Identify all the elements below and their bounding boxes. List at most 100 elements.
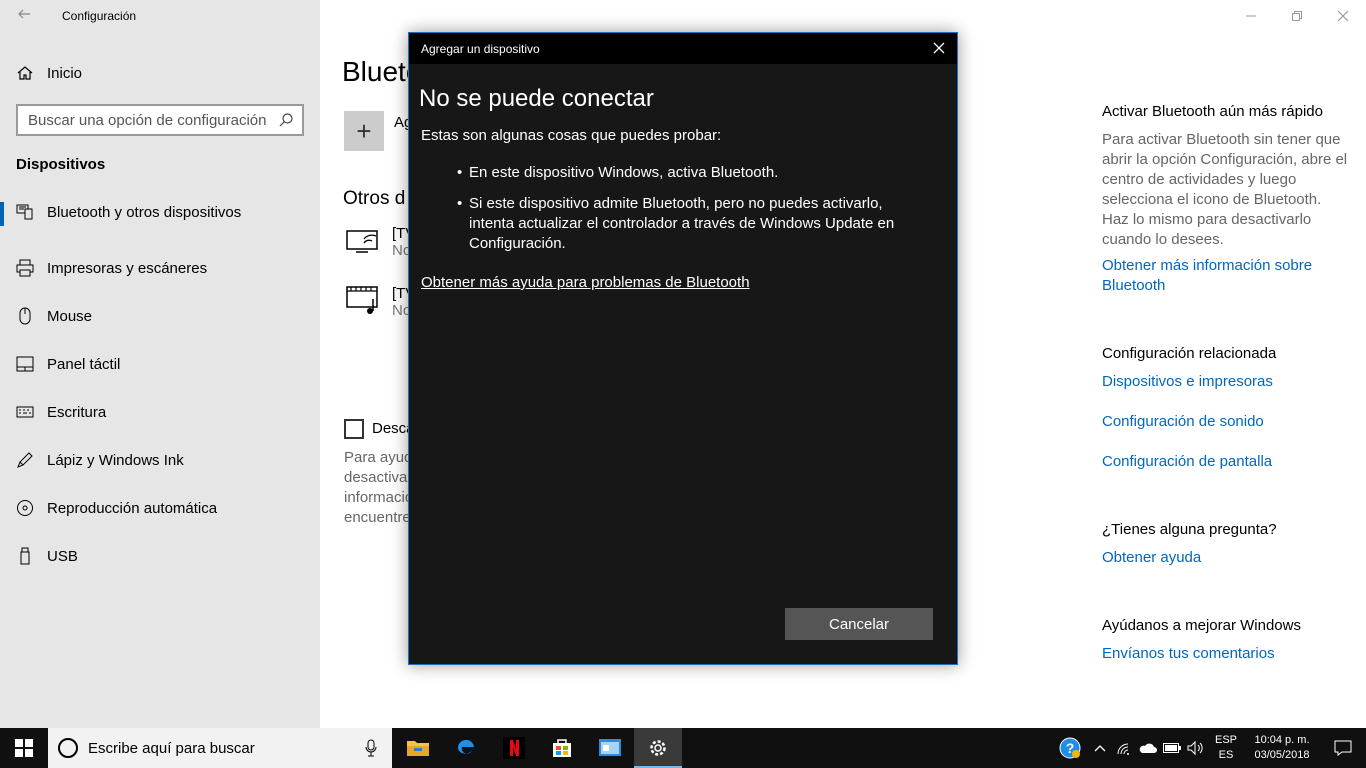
bt-faster-text: Para activar Bluetooth sin tener que abr… [1102,131,1348,248]
question-heading: ¿Tienes alguna pregunta? [1102,521,1277,538]
sidebar-item-mouse[interactable]: Mouse [0,292,320,340]
app-title: Configuración [62,9,137,23]
home-link[interactable]: Inicio [16,62,82,84]
improve-windows-heading: Ayúdanos a mejorar Windows [1102,617,1301,634]
get-help-link[interactable]: Obtener ayuda [1102,548,1352,568]
wireless-display-icon [346,225,382,255]
control-panel-icon[interactable] [586,728,634,768]
sidebar-item-label: Escritura [47,403,107,421]
edge-icon[interactable] [442,728,490,768]
search-icon[interactable] [278,112,294,128]
keyboard-icon [16,403,34,421]
microphone-icon[interactable] [364,739,378,757]
sidebar-item-label: USB [47,547,78,565]
bt-faster-heading: Activar Bluetooth aún más rápido [1102,103,1323,120]
lang-top: ESP [1214,734,1237,746]
sidebar-item-touchpad[interactable]: Panel táctil [0,340,320,388]
sidebar-item-label: Panel táctil [47,355,121,373]
home-icon [16,64,34,82]
dialog-title: Agregar un dispositivo [421,41,540,56]
store-icon[interactable] [538,728,586,768]
action-center-button[interactable] [1320,728,1366,768]
file-explorer-icon[interactable] [394,728,442,768]
notification-icon [1334,740,1352,756]
touchpad-icon [16,355,34,373]
printer-icon [16,259,34,277]
desc-line: informacio [344,489,414,506]
plus-icon: + [356,115,372,146]
settings-icon[interactable] [634,728,682,768]
windows-logo-icon [15,739,33,757]
add-device-button[interactable]: + [344,111,384,151]
usb-icon [16,547,34,565]
dialog-close-button[interactable] [931,40,947,56]
bt-more-info-link[interactable]: Obtener más información sobre Bluetooth [1102,256,1352,296]
sidebar-item-usb[interactable]: USB [0,532,320,580]
sidebar-item-label: Bluetooth y otros dispositivos [47,203,242,221]
sound-settings-link[interactable]: Configuración de sonido [1102,412,1352,432]
taskbar-search-box[interactable]: Escribe aquí para buscar [48,728,392,768]
feedback-link[interactable]: Envíanos tus comentarios [1102,644,1352,664]
taskbar: Escribe aquí para buscar ? ESP ES 10:04 … [0,728,1366,768]
sidebar-item-label: Impresoras y escáneres [47,259,208,277]
close-icon [933,42,945,54]
list-item: En este dispositivo Windows, activa Blue… [457,163,927,183]
taskbar-search-text: Escribe aquí para buscar [88,739,255,757]
chevron-up-icon[interactable] [1088,728,1112,768]
troubleshoot-list: En este dispositivo Windows, activa Blue… [457,163,927,265]
sidebar-item-label: Reproducción automática [47,499,218,517]
section-heading: Dispositivos [16,156,106,173]
volume-icon[interactable] [1184,728,1208,768]
dialog-titlebar: Agregar un dispositivo [409,33,957,64]
related-settings-heading: Configuración relacionada [1102,345,1277,362]
minimize-button[interactable] [1228,0,1274,32]
close-icon [1337,10,1349,22]
minimize-icon [1246,15,1256,17]
sidebar-nav: Bluetooth y otros dispositivos Impresora… [0,196,320,580]
sidebar-item-label: Mouse [47,307,93,325]
cancel-button[interactable]: Cancelar [785,608,933,640]
back-arrow-icon[interactable] [16,6,36,26]
dialog-heading: No se puede conectar [419,85,654,112]
start-button[interactable] [0,728,48,768]
sidebar-item-autoplay[interactable]: Reproducción automática [0,484,320,532]
sidebar-item-label: Lápiz y Windows Ink [47,451,184,469]
settings-search-box[interactable] [16,104,304,136]
onedrive-icon[interactable] [1136,728,1160,768]
restore-icon [1292,11,1302,21]
lang-bottom: ES [1218,749,1234,761]
restore-button[interactable] [1274,0,1320,32]
bluetooth-help-link[interactable]: Obtener más ayuda para problemas de Blue… [421,274,750,291]
pen-icon [16,451,34,469]
sidebar-item-printers[interactable]: Impresoras y escáneres [0,244,320,292]
sidebar-item-typing[interactable]: Escritura [0,388,320,436]
metered-download-checkbox[interactable] [344,419,364,439]
clock[interactable]: 10:04 p. m. 03/05/2018 [1244,733,1320,763]
display-settings-link[interactable]: Configuración de pantalla [1102,452,1352,472]
checkbox-description: Para ayud desactivad informacio encuentr… [344,448,414,528]
help-icon[interactable]: ? [1052,728,1088,768]
battery-icon[interactable] [1160,728,1184,768]
devices-printers-link[interactable]: Dispositivos e impresoras [1102,372,1352,392]
sidebar-item-pen[interactable]: Lápiz y Windows Ink [0,436,320,484]
list-item: Si este dispositivo admite Bluetooth, pe… [457,194,927,254]
add-device-dialog: Agregar un dispositivo No se puede conec… [408,32,958,665]
netflix-icon[interactable] [490,728,538,768]
clock-time: 10:04 p. m. [1254,734,1310,746]
mouse-icon [16,307,34,325]
sidebar: Configuración Inicio Dispositivos Blueto… [0,0,320,728]
desc-line: desactivad [344,469,414,486]
desc-line: encuentre [344,509,411,526]
other-devices-heading: Otros d [343,188,406,209]
sidebar-item-bluetooth[interactable]: Bluetooth y otros dispositivos [0,196,320,228]
device-item[interactable]: [TV No [346,225,415,259]
media-device-icon [346,285,382,315]
cortana-icon [58,738,78,758]
wifi-icon[interactable] [1112,728,1136,768]
language-indicator[interactable]: ESP ES [1208,733,1244,763]
autoplay-icon [16,499,34,517]
settings-search-input[interactable] [28,111,278,129]
close-window-button[interactable] [1320,0,1366,32]
device-item[interactable]: [TV No [346,285,415,319]
system-tray: ? ESP ES 10:04 p. m. 03/05/2018 [1052,728,1366,768]
